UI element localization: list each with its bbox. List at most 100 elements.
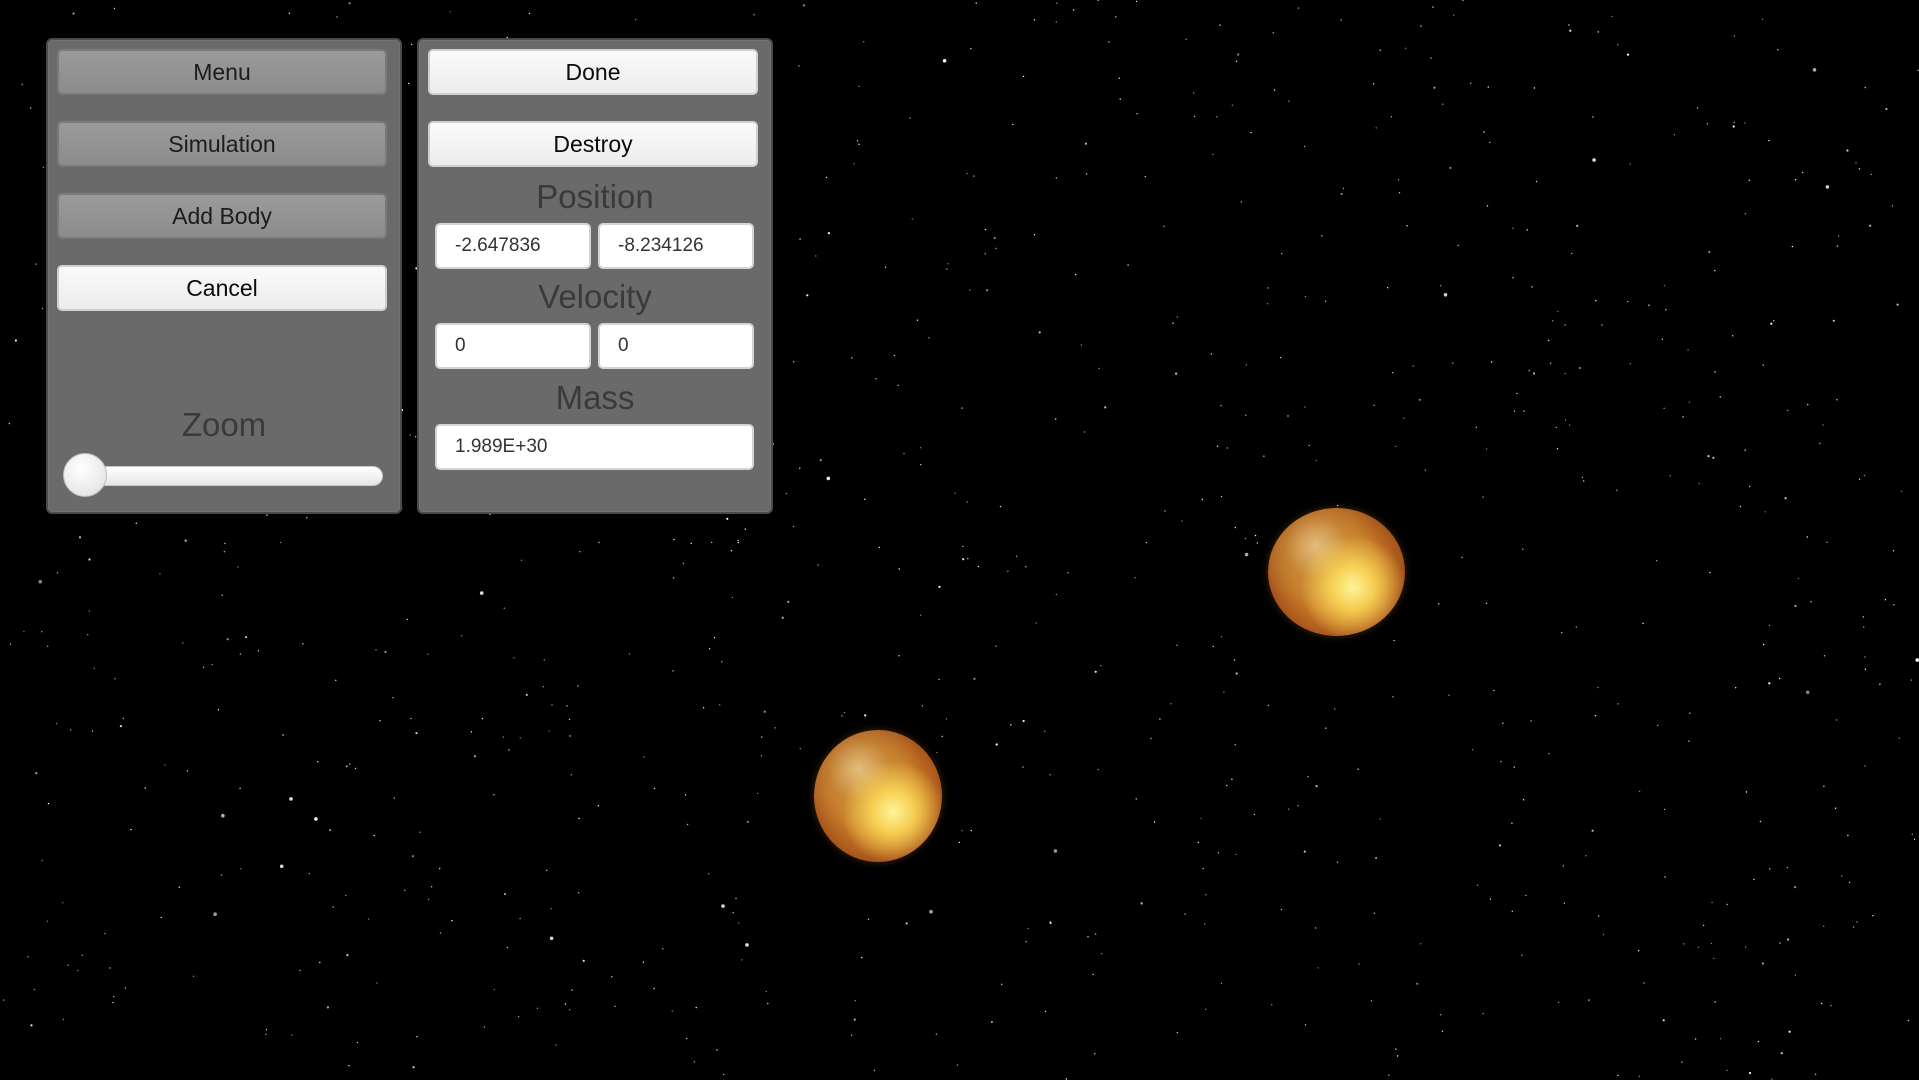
star	[611, 976, 613, 978]
star	[571, 989, 573, 991]
menu-button[interactable]: Menu	[57, 49, 387, 95]
star	[379, 720, 381, 722]
star	[1280, 908, 1283, 911]
velocity-x-input[interactable]	[435, 323, 591, 369]
mass-input[interactable]	[435, 424, 754, 470]
done-button[interactable]: Done	[428, 49, 758, 95]
star	[1643, 982, 1645, 984]
star	[1617, 703, 1619, 705]
star	[897, 384, 899, 386]
star	[1055, 418, 1057, 420]
star	[1044, 730, 1046, 732]
star	[1662, 1019, 1665, 1022]
star	[1768, 624, 1771, 627]
star	[1707, 455, 1710, 458]
menu-panel: Menu Simulation Add Body Cancel Zoom	[46, 38, 402, 514]
zoom-slider-knob[interactable]	[63, 453, 107, 497]
star	[1127, 264, 1129, 266]
zoom-slider-track[interactable]	[65, 466, 383, 486]
star	[1470, 82, 1472, 84]
star	[1794, 179, 1797, 181]
star	[1913, 838, 1916, 840]
cancel-button[interactable]: Cancel	[57, 265, 387, 311]
star	[220, 874, 223, 876]
star	[289, 797, 293, 801]
star	[1471, 749, 1474, 751]
star	[1288, 100, 1290, 102]
star	[1787, 409, 1789, 412]
space-scene[interactable]: Menu Simulation Add Body Cancel Zoom Don…	[0, 0, 1919, 1080]
star	[911, 218, 913, 220]
planet-body[interactable]	[1268, 508, 1405, 636]
star	[1713, 957, 1715, 960]
simulation-button[interactable]: Simulation	[57, 121, 387, 167]
star	[1094, 670, 1097, 673]
star	[1176, 644, 1178, 646]
star	[1220, 636, 1223, 638]
star	[1548, 752, 1550, 755]
star	[1642, 622, 1644, 625]
position-x-input[interactable]	[435, 223, 591, 269]
star	[1184, 913, 1186, 915]
star	[1025, 566, 1027, 568]
star	[182, 642, 184, 644]
star	[799, 747, 801, 750]
star	[1150, 737, 1152, 740]
star	[186, 770, 189, 772]
star	[130, 828, 132, 831]
star	[1462, 0, 1464, 2]
star	[1192, 92, 1195, 94]
star	[555, 1044, 557, 1046]
star	[1769, 868, 1771, 870]
star	[1100, 665, 1102, 667]
star	[1812, 68, 1817, 72]
star	[1898, 737, 1901, 739]
star	[1864, 765, 1866, 767]
star	[1233, 659, 1236, 661]
star	[221, 813, 225, 818]
add-body-button[interactable]: Add Body	[57, 193, 387, 239]
star	[1438, 603, 1440, 605]
star	[265, 1029, 268, 1031]
star	[56, 572, 59, 574]
star	[1097, 768, 1099, 771]
star	[1689, 712, 1691, 714]
star	[1416, 982, 1419, 985]
star	[569, 735, 571, 737]
star	[1780, 1052, 1783, 1055]
star	[77, 969, 79, 972]
star	[898, 655, 900, 657]
star	[685, 1037, 688, 1040]
star	[1907, 1019, 1910, 1022]
star	[936, 751, 938, 754]
star	[792, 525, 795, 528]
star	[873, 1069, 876, 1072]
star	[240, 868, 242, 870]
star	[1832, 319, 1835, 322]
star	[1001, 983, 1003, 985]
star	[1714, 1001, 1716, 1003]
star	[1864, 86, 1866, 89]
destroy-button[interactable]: Destroy	[428, 121, 758, 167]
star	[406, 618, 408, 621]
star	[409, 434, 411, 436]
star	[1891, 205, 1894, 207]
star	[1714, 371, 1716, 373]
planet-body[interactable]	[814, 730, 942, 862]
star	[737, 539, 739, 542]
star	[716, 1049, 718, 1051]
velocity-y-input[interactable]	[598, 323, 754, 369]
star	[582, 959, 585, 962]
star	[898, 568, 900, 570]
star	[1611, 15, 1613, 18]
star	[578, 892, 580, 894]
star	[470, 731, 473, 733]
star	[536, 1007, 539, 1009]
star	[1317, 967, 1319, 969]
star	[1710, 942, 1713, 945]
star	[745, 943, 749, 947]
star	[1135, 0, 1138, 3]
star	[863, 41, 865, 43]
position-y-input[interactable]	[598, 223, 754, 269]
star	[1487, 86, 1490, 88]
